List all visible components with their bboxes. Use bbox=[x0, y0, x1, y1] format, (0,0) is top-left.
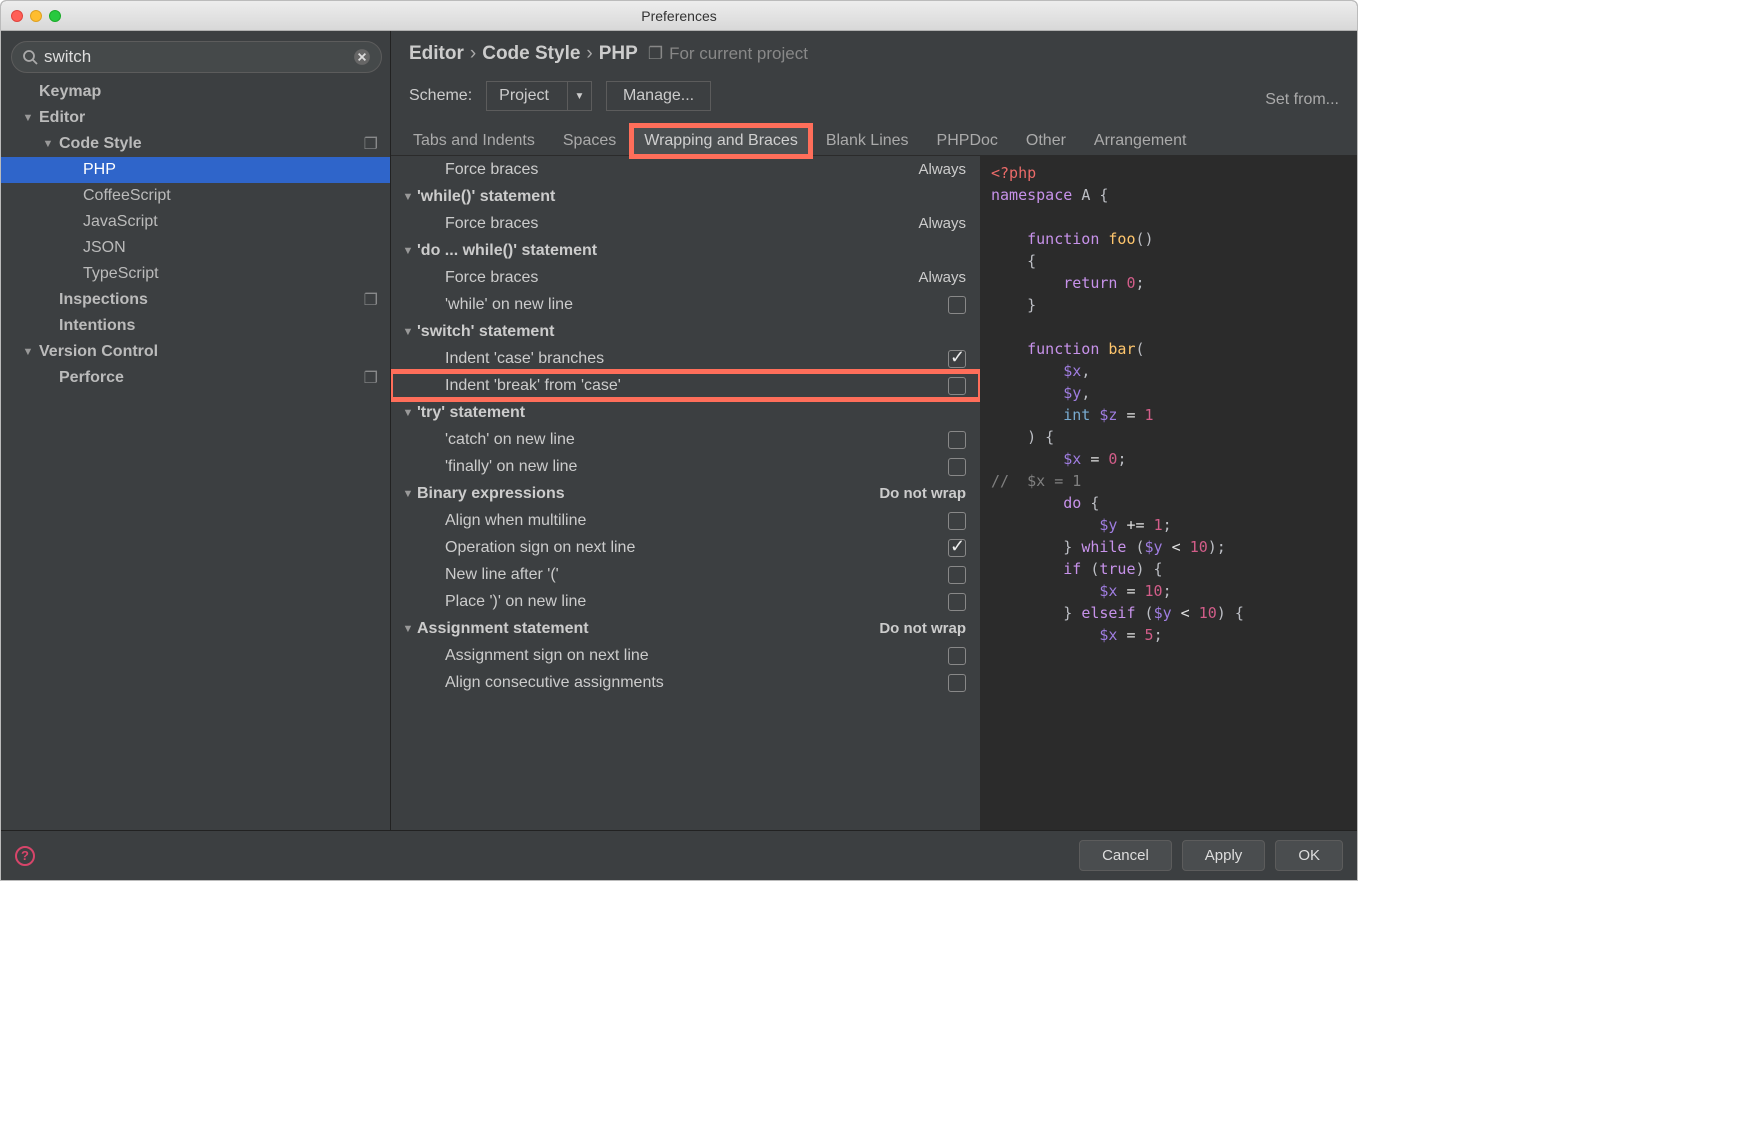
search-input[interactable] bbox=[38, 45, 353, 69]
breadcrumb: Editor › Code Style › PHP ❐ For current … bbox=[409, 43, 1339, 65]
tree-keymap[interactable]: Keymap bbox=[1, 79, 390, 105]
row-while-newline[interactable]: 'while' on new line bbox=[391, 291, 980, 318]
checkbox-icon[interactable] bbox=[948, 512, 966, 530]
ok-button[interactable]: OK bbox=[1275, 840, 1343, 871]
checkbox-icon[interactable] bbox=[948, 431, 966, 449]
checkbox-icon[interactable] bbox=[948, 350, 966, 368]
row-finally-newline[interactable]: 'finally' on new line bbox=[391, 453, 980, 480]
main-pane: Editor › Code Style › PHP ❐ For current … bbox=[391, 31, 1357, 830]
chevron-down-icon: ▼ bbox=[567, 82, 591, 110]
footer: ? Cancel Apply OK bbox=[1, 830, 1357, 880]
row-force-braces-3[interactable]: Force bracesAlways bbox=[391, 264, 980, 291]
row-force-braces-2[interactable]: Force bracesAlways bbox=[391, 210, 980, 237]
tab-spaces[interactable]: Spaces bbox=[551, 126, 628, 156]
zoom-icon[interactable] bbox=[49, 10, 61, 22]
copy-icon: ❐ bbox=[364, 134, 378, 154]
apply-button[interactable]: Apply bbox=[1182, 840, 1266, 871]
help-icon[interactable]: ? bbox=[15, 846, 35, 866]
project-icon: ❐ bbox=[648, 44, 663, 64]
row-assign-sign-next[interactable]: Assignment sign on next line bbox=[391, 642, 980, 669]
manage-button[interactable]: Manage... bbox=[606, 81, 711, 111]
checkbox-icon[interactable] bbox=[948, 539, 966, 557]
checkbox-icon[interactable] bbox=[948, 566, 966, 584]
row-align-consec-assign[interactable]: Align consecutive assignments bbox=[391, 669, 980, 696]
window-title: Preferences bbox=[1, 8, 1357, 24]
tree-coffeescript[interactable]: CoffeeScript bbox=[1, 183, 390, 209]
crumb-php: PHP bbox=[599, 43, 638, 65]
tab-phpdoc[interactable]: PHPDoc bbox=[925, 126, 1010, 156]
row-align-multiline[interactable]: Align when multiline bbox=[391, 507, 980, 534]
tree-json[interactable]: JSON bbox=[1, 235, 390, 261]
chevron-right-icon: › bbox=[470, 43, 476, 65]
tree-php[interactable]: PHP bbox=[1, 157, 390, 183]
row-place-paren-newline[interactable]: Place ')' on new line bbox=[391, 588, 980, 615]
row-newline-after-paren[interactable]: New line after '(' bbox=[391, 561, 980, 588]
code-preview: <?php namespace A { function foo() { ret… bbox=[981, 156, 1357, 830]
project-note-label: For current project bbox=[669, 44, 808, 64]
row-catch-newline[interactable]: 'catch' on new line bbox=[391, 426, 980, 453]
search-icon bbox=[22, 49, 38, 65]
row-assignment-stmt[interactable]: ▼Assignment statementDo not wrap bbox=[391, 615, 980, 642]
row-switch-stmt[interactable]: ▼'switch' statement bbox=[391, 318, 980, 345]
tree-perforce[interactable]: Perforce❐ bbox=[1, 365, 390, 391]
row-dowhile-stmt[interactable]: ▼'do ... while()' statement bbox=[391, 237, 980, 264]
scheme-value: Project bbox=[487, 87, 567, 105]
titlebar: Preferences bbox=[1, 1, 1357, 31]
chevron-right-icon: › bbox=[586, 43, 592, 65]
tree-intentions[interactable]: Intentions bbox=[1, 313, 390, 339]
cancel-button[interactable]: Cancel bbox=[1079, 840, 1172, 871]
crumb-codestyle[interactable]: Code Style bbox=[482, 43, 580, 65]
clear-icon[interactable] bbox=[353, 48, 371, 66]
sidebar: Keymap ▼Editor ▼Code Style❐ PHP CoffeeSc… bbox=[1, 31, 391, 830]
copy-icon: ❐ bbox=[364, 368, 378, 388]
tree-inspections[interactable]: Inspections❐ bbox=[1, 287, 390, 313]
settings-list: Force bracesAlways ▼'while()' statement … bbox=[391, 156, 981, 830]
tab-arrangement[interactable]: Arrangement bbox=[1082, 126, 1199, 156]
checkbox-icon[interactable] bbox=[948, 296, 966, 314]
row-force-braces-1[interactable]: Force bracesAlways bbox=[391, 156, 980, 183]
checkbox-icon[interactable] bbox=[948, 674, 966, 692]
scheme-select[interactable]: Project ▼ bbox=[486, 81, 592, 111]
settings-tree: Keymap ▼Editor ▼Code Style❐ PHP CoffeeSc… bbox=[1, 79, 390, 822]
checkbox-icon[interactable] bbox=[948, 647, 966, 665]
tab-wrapping-braces[interactable]: Wrapping and Braces bbox=[632, 126, 810, 156]
close-icon[interactable] bbox=[11, 10, 23, 22]
checkbox-icon[interactable] bbox=[948, 458, 966, 476]
row-binary-expr[interactable]: ▼Binary expressionsDo not wrap bbox=[391, 480, 980, 507]
tab-other[interactable]: Other bbox=[1014, 126, 1078, 156]
copy-icon: ❐ bbox=[364, 290, 378, 310]
row-try-stmt[interactable]: ▼'try' statement bbox=[391, 399, 980, 426]
row-indent-break[interactable]: Indent 'break' from 'case' bbox=[391, 372, 980, 399]
checkbox-icon[interactable] bbox=[948, 593, 966, 611]
tree-javascript[interactable]: JavaScript bbox=[1, 209, 390, 235]
tree-editor[interactable]: ▼Editor bbox=[1, 105, 390, 131]
checkbox-icon[interactable] bbox=[948, 377, 966, 395]
row-indent-case[interactable]: Indent 'case' branches bbox=[391, 345, 980, 372]
tree-vcs[interactable]: ▼Version Control bbox=[1, 339, 390, 365]
tabs: Tabs and Indents Spaces Wrapping and Bra… bbox=[391, 125, 1357, 156]
row-while-stmt[interactable]: ▼'while()' statement bbox=[391, 183, 980, 210]
crumb-editor[interactable]: Editor bbox=[409, 43, 464, 65]
minimize-icon[interactable] bbox=[30, 10, 42, 22]
row-op-sign-next[interactable]: Operation sign on next line bbox=[391, 534, 980, 561]
tab-tabs-indents[interactable]: Tabs and Indents bbox=[401, 126, 547, 156]
set-from-link[interactable]: Set from... bbox=[1265, 91, 1339, 109]
tab-blank-lines[interactable]: Blank Lines bbox=[814, 126, 921, 156]
tree-typescript[interactable]: TypeScript bbox=[1, 261, 390, 287]
tree-codestyle[interactable]: ▼Code Style❐ bbox=[1, 131, 390, 157]
scheme-label: Scheme: bbox=[409, 87, 472, 105]
search-box[interactable] bbox=[11, 41, 382, 73]
